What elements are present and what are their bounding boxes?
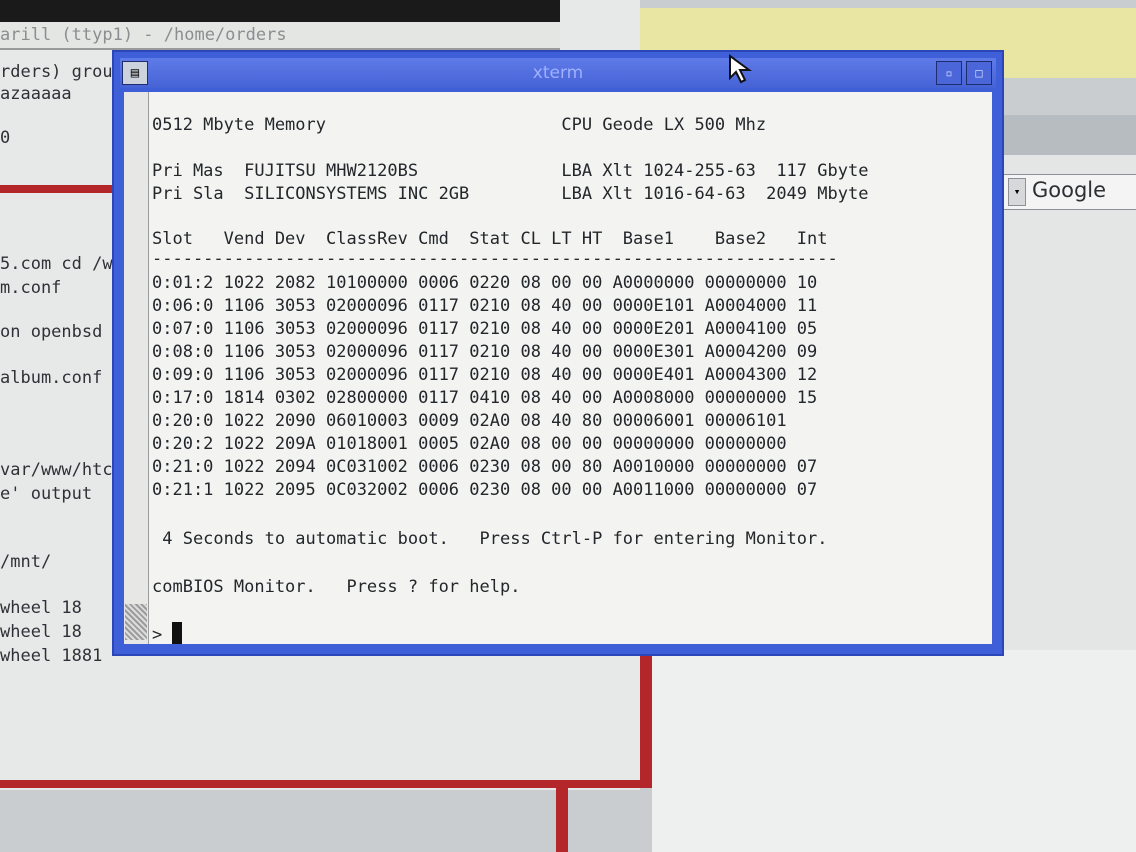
terminal-line: 0:21:0 1022 2094 0C031002 0006 0230 08 0… [152, 457, 818, 477]
bg-terminal-line: on openbsd [0, 322, 103, 342]
terminal-line: comBIOS Monitor. Press ? for help. [152, 577, 521, 597]
terminal-line: 0:08:0 1106 3053 02000096 0117 0210 08 4… [152, 342, 818, 362]
scrollbar-thumb[interactable] [125, 604, 147, 640]
terminal-line: 0:09:0 1106 3053 02000096 0117 0210 08 4… [152, 365, 818, 385]
bg-terminal-line: wheel 18 [0, 622, 82, 642]
text-cursor [172, 622, 183, 644]
search-engine-dropdown[interactable]: ▾ [1008, 178, 1026, 206]
iconify-icon[interactable]: ▫ [936, 61, 962, 85]
terminal-area[interactable]: 0512 Mbyte Memory CPU Geode LX 500 Mhz P… [124, 92, 992, 647]
command-prompt-line[interactable]: > [152, 622, 183, 647]
search-engine-label: Google [1032, 178, 1107, 202]
terminal-line: 0512 Mbyte Memory CPU Geode LX 500 Mhz [152, 115, 767, 135]
background-terminal-title: arill (ttyp1) - /home/orders [0, 22, 560, 50]
bg-terminal-line: album.conf [0, 368, 103, 388]
background-frame-border [0, 185, 112, 193]
browser-toolbar [990, 115, 1136, 155]
background-frame-border [640, 640, 652, 788]
background-frame-border [556, 788, 568, 852]
terminal-line: Pri Sla SILICONSYSTEMS INC 2GB LBA Xlt 1… [152, 184, 869, 204]
bg-terminal-line: wheel 18 [0, 598, 82, 618]
terminal-line: ----------------------------------------… [152, 249, 838, 269]
terminal-scrollbar[interactable] [124, 92, 149, 644]
window-menu-icon[interactable]: ▤ [122, 61, 148, 85]
terminal-line: 4 Seconds to automatic boot. Press Ctrl-… [152, 529, 828, 549]
command-prompt: > [152, 625, 173, 645]
bg-terminal-line: m.conf [0, 278, 62, 298]
bg-terminal-line: 0 [0, 128, 11, 148]
terminal-line: 0:06:0 1106 3053 02000096 0117 0210 08 4… [152, 296, 818, 316]
bg-terminal-line: /mnt/ [0, 552, 52, 572]
background-topbar [0, 0, 560, 22]
terminal-line: Pri Mas FUJITSU MHW2120BS LBA Xlt 1024-2… [152, 161, 869, 181]
terminal-line: 0:20:2 1022 209A 01018001 0005 02A0 08 0… [152, 434, 787, 454]
mouse-pointer-icon [729, 54, 753, 84]
background-frame-border [0, 780, 652, 788]
terminal-line: 0:17:0 1814 0302 02800000 0117 0410 08 4… [152, 388, 818, 408]
xterm-window[interactable]: xterm ▤ ▫ □ 0512 Mbyte Memory CPU Geode … [112, 50, 1004, 656]
background-panel-bottom [652, 650, 1136, 852]
bg-terminal-line: var/www/htc [0, 460, 113, 480]
window-title: xterm [532, 63, 584, 83]
terminal-line: 0:21:1 1022 2095 0C032002 0006 0230 08 0… [152, 480, 818, 500]
terminal-line: 0:07:0 1106 3053 02000096 0117 0210 08 4… [152, 319, 818, 339]
bg-terminal-line: azaaaaa [0, 84, 72, 104]
terminal-line: 0:01:2 1022 2082 10100000 0006 0220 08 0… [152, 273, 818, 293]
bg-terminal-line: 5.com cd /w [0, 254, 113, 274]
bg-terminal-line: rders) group [0, 62, 123, 82]
xterm-titlebar[interactable]: xterm ▤ ▫ □ [120, 58, 996, 88]
bg-terminal-line: e' output [0, 484, 93, 504]
bg-terminal-line: wheel 1881 [0, 646, 103, 666]
terminal-output: 0512 Mbyte Memory CPU Geode LX 500 Mhz P… [152, 92, 988, 647]
maximize-icon[interactable]: □ [966, 61, 992, 85]
terminal-line: 0:20:0 1022 2090 06010003 0009 02A0 08 4… [152, 411, 787, 431]
